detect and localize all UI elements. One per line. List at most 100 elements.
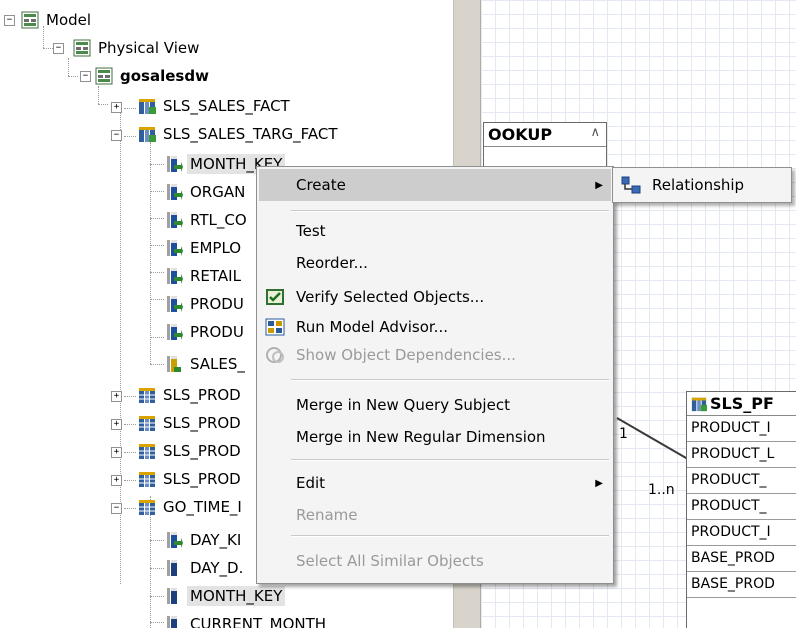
query-item-icon — [165, 323, 183, 341]
collapse-toggle[interactable]: − — [4, 15, 15, 26]
tree-node-query-item[interactable]: RETAIL — [165, 264, 244, 288]
tree-node-query-item[interactable]: EMPLO — [165, 236, 244, 260]
expand-toggle[interactable]: + — [111, 447, 122, 458]
menu-item-label: Relationship — [652, 176, 745, 194]
menu-item-label: Create — [296, 176, 346, 194]
tree-node-label: SALES_ — [190, 355, 245, 373]
tree-node-label: SLS_PROD — [163, 386, 241, 404]
menu-item-label: Verify Selected Objects... — [296, 288, 485, 306]
query-item-icon — [165, 239, 183, 257]
tree-node-label: SLS_SALES_TARG_FACT — [163, 125, 338, 143]
diagram-box-row[interactable]: PRODUCT_I — [687, 416, 796, 442]
tree-node-label: MONTH_KEY — [187, 586, 286, 606]
measure-icon — [165, 355, 183, 373]
menu-item-create[interactable]: Create ▶ — [259, 169, 611, 201]
tree-node-query-subject[interactable]: SLS_PROD — [138, 383, 244, 407]
tree-node-model[interactable]: Model — [21, 8, 94, 32]
context-menu[interactable]: Create ▶ Test Reorder... Verify Selected… — [256, 166, 614, 584]
menu-separator — [291, 535, 609, 537]
query-item-icon — [165, 267, 183, 285]
menu-item-merge-regular-dimension[interactable]: Merge in New Regular Dimension — [259, 421, 611, 453]
menu-item-edit[interactable]: Edit ▶ — [259, 467, 611, 499]
tree-node-label: SLS_PROD — [163, 414, 241, 432]
collapse-toggle[interactable]: − — [80, 71, 91, 82]
query-item-icon — [165, 615, 183, 628]
menu-item-label: Select All Similar Objects — [296, 552, 484, 570]
expand-toggle[interactable]: + — [111, 102, 122, 113]
menu-separator — [291, 459, 609, 461]
query-item-icon — [165, 587, 183, 605]
tree-node-query-subject[interactable]: SLS_SALES_TARG_FACT — [138, 122, 341, 146]
tree-node-query-subject[interactable]: SLS_PROD — [138, 411, 244, 435]
tree-node-label: Model — [46, 11, 92, 29]
tree-node-query-subject[interactable]: GO_TIME_I — [138, 495, 245, 519]
tree-node-label: DAY_D. — [190, 559, 244, 577]
menu-item-label: Run Model Advisor... — [296, 318, 448, 336]
menu-item-label: Test — [296, 222, 326, 240]
tree-node-query-item[interactable]: PRODU — [165, 292, 247, 316]
tree-node-query-item[interactable]: RTL_CO — [165, 208, 250, 232]
tree-node-query-subject[interactable]: SLS_SALES_FACT — [138, 94, 293, 118]
submenu-arrow-icon: ▶ — [595, 477, 603, 489]
tree-node-physical-view[interactable]: Physical View — [73, 36, 202, 60]
menu-item-label: Show Object Dependencies... — [296, 346, 516, 364]
diagram-box-row[interactable]: PRODUCT_L — [687, 442, 796, 468]
query-item-icon — [165, 559, 183, 577]
query-item-icon — [165, 295, 183, 313]
menu-item-test[interactable]: Test — [259, 215, 611, 247]
menu-item-verify[interactable]: Verify Selected Objects... — [259, 281, 611, 313]
tree-node-query-item[interactable]: SALES_ — [165, 352, 248, 376]
tree-node-label: EMPLO — [190, 239, 242, 257]
tree-node-label: SLS_SALES_FACT — [163, 97, 290, 115]
folder-icon — [73, 39, 91, 57]
tree-node-label: GO_TIME_I — [163, 498, 242, 516]
cardinality-label: 1 — [619, 426, 628, 442]
verify-icon — [266, 289, 284, 305]
expand-toggle[interactable]: + — [111, 419, 122, 430]
menu-item-select-similar: Select All Similar Objects — [259, 545, 611, 577]
tree-node-query-subject[interactable]: SLS_PROD — [138, 467, 244, 491]
tree-node-query-subject[interactable]: SLS_PROD — [138, 439, 244, 463]
folder-icon — [21, 11, 39, 29]
tree-node-query-item[interactable]: DAY_D. — [165, 556, 246, 580]
tree-node-query-item[interactable]: DAY_KI — [165, 528, 244, 552]
menu-item-relationship[interactable]: Relationship — [615, 169, 789, 201]
tree-node-query-item[interactable]: CURRENT_MONTH — [165, 612, 329, 628]
query-subject-icon — [138, 125, 156, 143]
cardinality-label: 1..n — [648, 482, 675, 498]
tree-node-query-item[interactable]: MONTH_KEY — [165, 584, 286, 608]
tree-node-label: Physical View — [98, 39, 200, 57]
query-subject-icon — [138, 414, 156, 432]
menu-item-reorder[interactable]: Reorder... — [259, 247, 611, 279]
expand-toggle[interactable]: + — [111, 475, 122, 486]
query-subject-icon — [138, 470, 156, 488]
tree-node-label: ORGAN — [190, 183, 246, 201]
menu-separator — [291, 379, 609, 381]
namespace-icon — [95, 67, 113, 85]
create-submenu[interactable]: Relationship — [612, 167, 792, 203]
menu-item-merge-query-subject[interactable]: Merge in New Query Subject — [259, 389, 611, 421]
diagram-box-row[interactable]: BASE_PROD — [687, 572, 796, 598]
tree-node-label: PRODU — [190, 295, 244, 313]
menu-item-label: Reorder... — [296, 254, 368, 272]
collapse-toggle[interactable]: − — [53, 43, 64, 54]
tree-node-query-item[interactable]: ORGAN — [165, 180, 248, 204]
menu-item-label: Edit — [296, 474, 326, 492]
expand-toggle[interactable]: + — [111, 391, 122, 402]
query-subject-icon — [691, 396, 707, 412]
collapse-toggle[interactable]: − — [111, 130, 122, 141]
diagram-box-row[interactable]: PRODUCT_ — [687, 494, 796, 520]
diagram-box-row[interactable]: PRODUCT_I — [687, 520, 796, 546]
query-item-icon — [165, 155, 183, 173]
diagram-box-row[interactable]: PRODUCT_ — [687, 468, 796, 494]
diagram-box-row[interactable]: BASE_PROD — [687, 546, 796, 572]
tree-node-gosalesdw[interactable]: gosalesdw — [95, 64, 212, 88]
tree-node-label: SLS_PROD — [163, 442, 241, 460]
query-item-icon — [165, 531, 183, 549]
submenu-arrow-icon: ▶ — [595, 179, 603, 191]
collapse-toggle[interactable]: − — [111, 503, 122, 514]
tree-node-query-item[interactable]: PRODU — [165, 320, 247, 344]
tree-node-label: gosalesdw — [120, 67, 209, 85]
model-advisor-icon — [265, 318, 285, 336]
diagram-box-sls[interactable]: SLS_PF PRODUCT_I PRODUCT_L PRODUCT_ PROD… — [686, 391, 796, 628]
